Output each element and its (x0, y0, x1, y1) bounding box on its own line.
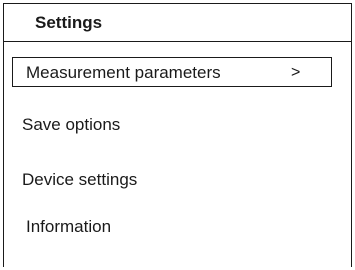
menu-item-information[interactable]: Information (14, 212, 334, 242)
menu-item-label: Measurement parameters (26, 63, 221, 82)
menu-item-label: Save options (22, 115, 121, 134)
menu-item-measurement-parameters[interactable]: Measurement parameters > (12, 57, 332, 87)
menu-item-label: Information (26, 217, 112, 236)
menu-item-device-settings[interactable]: Device settings (10, 165, 330, 195)
header-bar: Settings (4, 4, 351, 42)
page-title: Settings (35, 13, 103, 32)
chevron-right-icon: > (291, 64, 301, 81)
menu-item-label: Device settings (22, 170, 138, 189)
menu-item-save-options[interactable]: Save options (10, 110, 330, 140)
